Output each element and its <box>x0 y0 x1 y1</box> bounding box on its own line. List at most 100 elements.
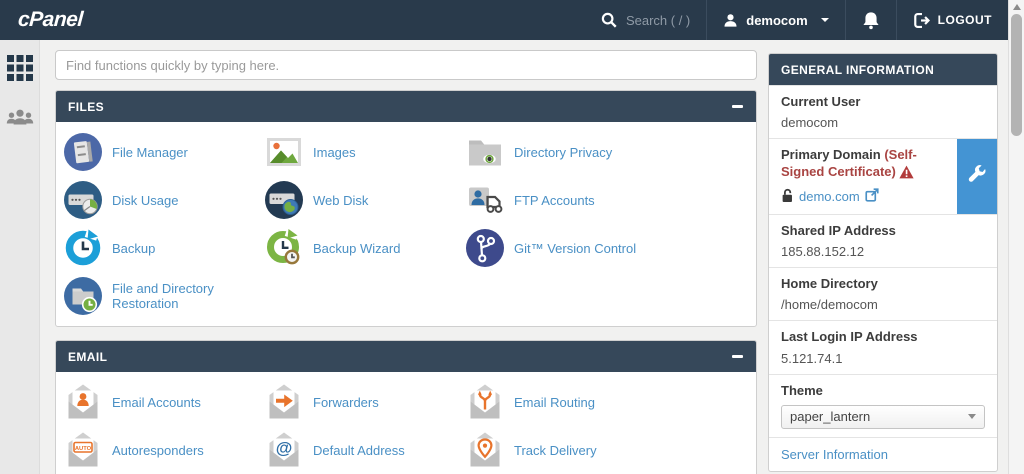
function-link-git-version-control[interactable]: Git™ Version Control <box>465 224 765 272</box>
topbar-search[interactable]: Search ( / ) <box>584 0 706 40</box>
images-icon <box>264 132 304 172</box>
scrollbar-thumb[interactable] <box>1011 14 1022 136</box>
search-placeholder-text: Search ( / ) <box>625 12 691 28</box>
left-sidebar <box>0 40 40 474</box>
disk-usage-icon <box>63 180 103 220</box>
general-information-title: GENERAL INFORMATION <box>781 62 935 77</box>
main-column: FILES File Manager Images <box>55 50 757 474</box>
svg-text:AUTO: AUTO <box>75 446 92 452</box>
email-routing-icon <box>465 382 505 422</box>
file-manager-icon <box>63 132 103 172</box>
function-label: Email Accounts <box>112 394 201 410</box>
function-label: Backup Wizard <box>313 240 401 256</box>
notifications-button[interactable] <box>844 0 896 40</box>
theme-row: Theme paper_lantern <box>769 373 997 437</box>
user-icon <box>723 13 738 28</box>
directory-privacy-icon <box>465 132 505 172</box>
wrench-icon <box>966 164 988 189</box>
right-sidebar: GENERAL INFORMATION Current User democom… <box>768 53 998 474</box>
home-directory-value: /home/democom <box>781 297 878 313</box>
username-label: democom <box>746 12 808 28</box>
function-link-default-address[interactable]: @ Default Address <box>264 426 465 474</box>
server-information-link[interactable]: Server Information <box>781 447 888 462</box>
chevron-down-icon <box>820 18 829 22</box>
logout-button[interactable]: LOGOUT <box>895 0 1008 40</box>
users-group-icon <box>6 107 34 129</box>
shared-ip-row: Shared IP Address 185.88.152.12 <box>769 213 997 267</box>
chevron-down-icon <box>968 414 976 420</box>
apps-grid-icon <box>6 55 33 81</box>
user-menu[interactable]: democom <box>706 0 844 40</box>
function-label: Disk Usage <box>112 192 179 208</box>
bell-icon <box>862 11 880 30</box>
function-link-file-and-directory-restoration[interactable]: File and Directory Restoration <box>63 272 264 320</box>
function-link-images[interactable]: Images <box>264 128 465 176</box>
collapse-icon[interactable] <box>730 100 744 114</box>
email-panel-title: EMAIL <box>68 349 108 364</box>
primary-domain-label: Primary Domain (Self-Signed Certificate) <box>781 147 947 183</box>
page-scrollbar[interactable] <box>1008 0 1024 474</box>
function-link-track-delivery[interactable]: Track Delivery <box>465 426 765 474</box>
function-link-forwarders[interactable]: Forwarders <box>264 378 465 426</box>
current-user-value: democom <box>781 115 839 131</box>
home-directory-label: Home Directory <box>781 276 878 291</box>
cpanel-logo: cPanel <box>17 8 84 31</box>
theme-select-value: paper_lantern <box>790 409 871 425</box>
function-link-ftp-accounts[interactable]: FTP Accounts <box>465 176 765 224</box>
main-area: FILES File Manager Images <box>40 40 1008 474</box>
function-label: Track Delivery <box>514 442 597 458</box>
function-label: Forwarders <box>313 394 379 410</box>
current-user-row: Current User democom <box>769 85 997 138</box>
current-user-label: Current User <box>781 94 861 109</box>
function-link-backup-wizard[interactable]: Backup Wizard <box>264 224 465 272</box>
function-link-autoresponders[interactable]: AUTO Autoresponders <box>63 426 264 474</box>
function-link-backup[interactable]: Backup <box>63 224 264 272</box>
function-link-file-manager[interactable]: File Manager <box>63 128 264 176</box>
theme-label: Theme <box>781 382 823 398</box>
logout-icon <box>913 12 930 29</box>
function-label: Git™ Version Control <box>514 240 637 256</box>
files-panel-title: FILES <box>68 99 105 114</box>
primary-domain-row: Primary Domain (Self-Signed Certificate)… <box>769 138 997 214</box>
function-label: Backup <box>112 240 156 256</box>
logout-label: LOGOUT <box>937 13 992 27</box>
theme-select[interactable]: paper_lantern <box>781 404 985 429</box>
files-panel-header: FILES <box>56 91 756 122</box>
function-link-directory-privacy[interactable]: Directory Privacy <box>465 128 765 176</box>
home-directory-row: Home Directory /home/democom <box>769 267 997 320</box>
email-panel-header: EMAIL <box>56 341 756 372</box>
sidebar-item-home[interactable] <box>6 54 34 82</box>
function-label: File and Directory Restoration <box>112 281 214 311</box>
function-link-email-routing[interactable]: Email Routing <box>465 378 765 426</box>
external-link-icon[interactable] <box>865 188 879 205</box>
svg-text:@: @ <box>276 439 293 458</box>
topbar: cPanel Search ( / ) democom LOGOUT <box>0 0 1008 40</box>
ssl-wrench-button[interactable] <box>957 139 997 214</box>
default-address-icon: @ <box>264 430 304 470</box>
search-icon <box>600 11 618 29</box>
lock-icon <box>781 188 794 206</box>
backup-wizard-icon <box>264 228 304 268</box>
email-panel-body: Email Accounts Forwarders Email Routing <box>56 372 756 474</box>
warning-triangle-icon <box>899 165 915 183</box>
function-link-web-disk[interactable]: Web Disk <box>264 176 465 224</box>
last-login-ip-label: Last Login IP Address <box>781 329 918 345</box>
files-panel-body: File Manager Images Directory Privacy Di… <box>56 122 756 326</box>
sidebar-item-user-manager[interactable] <box>6 104 34 132</box>
collapse-icon[interactable] <box>730 350 744 364</box>
last-login-ip-row: Last Login IP Address 5.121.74.1 <box>769 320 997 373</box>
scroll-up-arrow[interactable] <box>1013 4 1021 10</box>
function-label: File Manager <box>112 144 188 160</box>
function-label: Images <box>313 144 356 160</box>
track-delivery-icon <box>465 430 505 470</box>
quick-find-input[interactable] <box>55 50 757 80</box>
primary-domain-link[interactable]: demo.com <box>799 189 860 204</box>
file-and-directory-restoration-icon <box>63 276 103 316</box>
server-information-row: Server Information <box>769 436 997 471</box>
last-login-ip-value: 5.121.74.1 <box>781 350 843 366</box>
primary-domain-link-line: demo.com <box>781 188 947 206</box>
function-label: Default Address <box>313 442 405 458</box>
function-link-email-accounts[interactable]: Email Accounts <box>63 378 264 426</box>
function-link-disk-usage[interactable]: Disk Usage <box>63 176 264 224</box>
function-label: Email Routing <box>514 394 595 410</box>
